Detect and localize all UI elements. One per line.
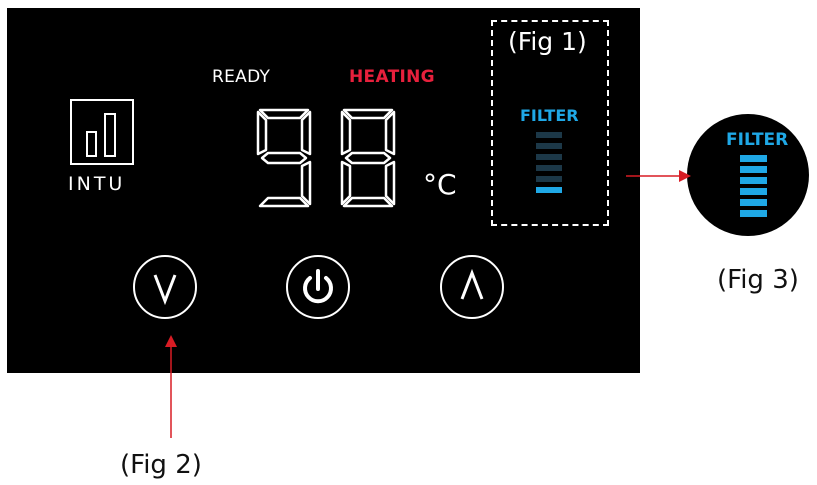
fig3-filter-level-bar-1 (740, 155, 767, 162)
temperature-display (256, 108, 396, 208)
temperature-down-button[interactable] (133, 255, 197, 319)
segment-b (300, 110, 312, 156)
segment-g (260, 151, 308, 165)
filter-level-bar-1 (536, 132, 562, 138)
fig3-filter-level-bar-3 (740, 177, 767, 184)
segment-b (384, 110, 396, 156)
fig3-filter-level-bar-4 (740, 188, 767, 195)
chevron-up-icon (460, 268, 484, 300)
filter-level-bar-3 (536, 154, 562, 160)
temperature-unit: °C (423, 168, 457, 201)
status-heating: HEATING (349, 67, 435, 87)
filter-level-bar-2 (536, 143, 562, 149)
segment-a (258, 108, 310, 120)
brand-logo: INTU (68, 99, 140, 207)
segment-d (258, 196, 310, 208)
status-ready: READY (212, 67, 271, 87)
filter-label: FILTER (520, 106, 579, 125)
segment-g (344, 151, 392, 165)
bar-chart-logo-icon (70, 99, 134, 165)
logo-text: INTU (68, 173, 126, 195)
segment-d (342, 196, 394, 208)
fig2-label: (Fig 2) (120, 450, 202, 480)
segment-f (340, 110, 352, 156)
temperature-digit-tens (256, 108, 312, 208)
logo-bar-tall (104, 113, 116, 157)
segment-f (256, 110, 268, 156)
fig1-label: (Fig 1) (508, 27, 587, 56)
filter-level-bar-4 (536, 165, 562, 171)
fig3-filter-label: FILTER (726, 130, 789, 150)
power-button[interactable] (286, 255, 350, 319)
fig3-filter-level-bar-5 (740, 199, 767, 206)
filter-level-bar-6 (536, 187, 562, 193)
segment-e (340, 160, 352, 206)
temperature-digit-ones (340, 108, 396, 208)
segment-c (384, 160, 396, 206)
fig3-filter-level-bar-2 (740, 166, 767, 173)
power-icon (303, 269, 333, 304)
fig3-filter-level-bar-6 (740, 210, 767, 217)
filter-level-bar-5 (536, 176, 562, 182)
segment-c (300, 160, 312, 206)
logo-bar-short (86, 131, 97, 157)
chevron-down-icon (153, 274, 177, 306)
segment-a (342, 108, 394, 120)
temperature-up-button[interactable] (440, 255, 504, 319)
fig3-label: (Fig 3) (717, 265, 799, 295)
